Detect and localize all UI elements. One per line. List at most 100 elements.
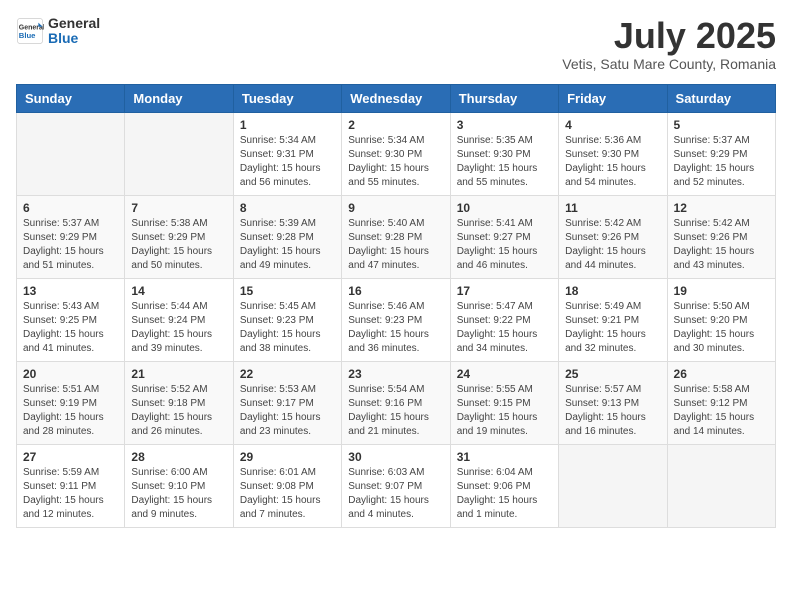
day-number: 8 xyxy=(240,201,335,215)
day-info: Sunrise: 5:37 AM Sunset: 9:29 PM Dayligh… xyxy=(674,134,769,190)
weekday-header-tuesday: Tuesday xyxy=(233,84,341,112)
day-info: Sunrise: 5:47 AM Sunset: 9:22 PM Dayligh… xyxy=(457,300,552,356)
day-info: Sunrise: 5:38 AM Sunset: 9:29 PM Dayligh… xyxy=(131,217,226,273)
day-number: 10 xyxy=(457,201,552,215)
calendar-cell: 24Sunrise: 5:55 AM Sunset: 9:15 PM Dayli… xyxy=(450,361,558,444)
logo-blue: Blue xyxy=(48,31,100,46)
day-info: Sunrise: 6:03 AM Sunset: 9:07 PM Dayligh… xyxy=(348,466,443,522)
calendar-cell: 5Sunrise: 5:37 AM Sunset: 9:29 PM Daylig… xyxy=(667,112,775,195)
day-info: Sunrise: 5:39 AM Sunset: 9:28 PM Dayligh… xyxy=(240,217,335,273)
calendar-cell: 12Sunrise: 5:42 AM Sunset: 9:26 PM Dayli… xyxy=(667,195,775,278)
logo-general: General xyxy=(48,16,100,31)
calendar-cell: 9 Sunrise: 5:40 AM Sunset: 9:28 PM Daylig… xyxy=(342,195,450,278)
day-number: 22 xyxy=(240,367,335,381)
day-number: 23 xyxy=(348,367,443,381)
calendar-cell: 21 Sunrise: 5:52 AM Sunset: 9:18 PM Dayli… xyxy=(125,361,233,444)
calendar-cell: 30 Sunrise: 6:03 AM Sunset: 9:07 PM Dayli… xyxy=(342,444,450,527)
day-number: 12 xyxy=(674,201,769,215)
calendar-cell: 13 Sunrise: 5:43 AM Sunset: 9:25 PM Dayli… xyxy=(17,278,125,361)
day-info: Sunrise: 6:00 AM Sunset: 9:10 PM Dayligh… xyxy=(131,466,226,522)
day-number: 29 xyxy=(240,450,335,464)
calendar-cell xyxy=(559,444,667,527)
day-number: 26 xyxy=(674,367,769,381)
calendar-cell: 19 Sunrise: 5:50 AM Sunset: 9:20 PM Dayli… xyxy=(667,278,775,361)
day-info: Sunrise: 5:34 AM Sunset: 9:31 PM Dayligh… xyxy=(240,134,335,190)
day-number: 3 xyxy=(457,118,552,132)
day-number: 18 xyxy=(565,284,660,298)
day-info: Sunrise: 5:43 AM Sunset: 9:25 PM Dayligh… xyxy=(23,300,118,356)
day-number: 24 xyxy=(457,367,552,381)
calendar-cell xyxy=(125,112,233,195)
day-number: 4 xyxy=(565,118,660,132)
day-number: 15 xyxy=(240,284,335,298)
day-info: Sunrise: 5:58 AM Sunset: 9:12 PM Dayligh… xyxy=(674,383,769,439)
day-number: 28 xyxy=(131,450,226,464)
weekday-header-thursday: Thursday xyxy=(450,84,558,112)
day-info: Sunrise: 5:40 AM Sunset: 9:28 PM Dayligh… xyxy=(348,217,443,273)
day-info: Sunrise: 5:41 AM Sunset: 9:27 PM Dayligh… xyxy=(457,217,552,273)
svg-text:Blue: Blue xyxy=(19,31,36,40)
week-row-5: 27Sunrise: 5:59 AM Sunset: 9:11 PM Dayli… xyxy=(17,444,776,527)
calendar-cell xyxy=(667,444,775,527)
calendar-cell: 7Sunrise: 5:38 AM Sunset: 9:29 PM Daylig… xyxy=(125,195,233,278)
day-number: 13 xyxy=(23,284,118,298)
weekday-header-monday: Monday xyxy=(125,84,233,112)
day-info: Sunrise: 6:04 AM Sunset: 9:06 PM Dayligh… xyxy=(457,466,552,522)
day-info: Sunrise: 5:42 AM Sunset: 9:26 PM Dayligh… xyxy=(565,217,660,273)
day-info: Sunrise: 5:51 AM Sunset: 9:19 PM Dayligh… xyxy=(23,383,118,439)
weekday-header-sunday: Sunday xyxy=(17,84,125,112)
calendar-cell: 3 Sunrise: 5:35 AM Sunset: 9:30 PM Daylig… xyxy=(450,112,558,195)
calendar-cell: 1 Sunrise: 5:34 AM Sunset: 9:31 PM Daylig… xyxy=(233,112,341,195)
logo: General Blue General Blue xyxy=(16,16,100,47)
calendar-cell: 25 Sunrise: 5:57 AM Sunset: 9:13 PM Dayli… xyxy=(559,361,667,444)
calendar-cell: 15 Sunrise: 5:45 AM Sunset: 9:23 PM Dayli… xyxy=(233,278,341,361)
calendar-cell: 16Sunrise: 5:46 AM Sunset: 9:23 PM Dayli… xyxy=(342,278,450,361)
day-number: 19 xyxy=(674,284,769,298)
day-info: Sunrise: 5:53 AM Sunset: 9:17 PM Dayligh… xyxy=(240,383,335,439)
day-info: Sunrise: 6:01 AM Sunset: 9:08 PM Dayligh… xyxy=(240,466,335,522)
day-number: 25 xyxy=(565,367,660,381)
day-info: Sunrise: 5:35 AM Sunset: 9:30 PM Dayligh… xyxy=(457,134,552,190)
day-number: 17 xyxy=(457,284,552,298)
day-info: Sunrise: 5:36 AM Sunset: 9:30 PM Dayligh… xyxy=(565,134,660,190)
day-number: 9 xyxy=(348,201,443,215)
calendar-cell: 22 Sunrise: 5:53 AM Sunset: 9:17 PM Dayli… xyxy=(233,361,341,444)
location-subtitle: Vetis, Satu Mare County, Romania xyxy=(562,56,776,72)
calendar-cell: 14Sunrise: 5:44 AM Sunset: 9:24 PM Dayli… xyxy=(125,278,233,361)
page-header: General Blue General Blue July 2025 Veti… xyxy=(16,16,776,72)
weekday-header-wednesday: Wednesday xyxy=(342,84,450,112)
calendar-cell: 27Sunrise: 5:59 AM Sunset: 9:11 PM Dayli… xyxy=(17,444,125,527)
day-info: Sunrise: 5:54 AM Sunset: 9:16 PM Dayligh… xyxy=(348,383,443,439)
day-number: 21 xyxy=(131,367,226,381)
day-info: Sunrise: 5:52 AM Sunset: 9:18 PM Dayligh… xyxy=(131,383,226,439)
day-number: 1 xyxy=(240,118,335,132)
calendar-cell: 17 Sunrise: 5:47 AM Sunset: 9:22 PM Dayli… xyxy=(450,278,558,361)
day-number: 30 xyxy=(348,450,443,464)
month-title: July 2025 xyxy=(562,16,776,56)
day-number: 20 xyxy=(23,367,118,381)
calendar-cell: 4 Sunrise: 5:36 AM Sunset: 9:30 PM Daylig… xyxy=(559,112,667,195)
week-row-3: 13 Sunrise: 5:43 AM Sunset: 9:25 PM Dayli… xyxy=(17,278,776,361)
day-info: Sunrise: 5:34 AM Sunset: 9:30 PM Dayligh… xyxy=(348,134,443,190)
calendar-cell: 18Sunrise: 5:49 AM Sunset: 9:21 PM Dayli… xyxy=(559,278,667,361)
logo-icon: General Blue xyxy=(16,17,44,45)
day-info: Sunrise: 5:45 AM Sunset: 9:23 PM Dayligh… xyxy=(240,300,335,356)
day-number: 2 xyxy=(348,118,443,132)
calendar-cell: 31Sunrise: 6:04 AM Sunset: 9:06 PM Dayli… xyxy=(450,444,558,527)
calendar-table: SundayMondayTuesdayWednesdayThursdayFrid… xyxy=(16,84,776,528)
calendar-cell: 6Sunrise: 5:37 AM Sunset: 9:29 PM Daylig… xyxy=(17,195,125,278)
week-row-4: 20 Sunrise: 5:51 AM Sunset: 9:19 PM Dayli… xyxy=(17,361,776,444)
calendar-cell: 11Sunrise: 5:42 AM Sunset: 9:26 PM Dayli… xyxy=(559,195,667,278)
calendar-cell: 8 Sunrise: 5:39 AM Sunset: 9:28 PM Daylig… xyxy=(233,195,341,278)
calendar-cell xyxy=(17,112,125,195)
day-info: Sunrise: 5:46 AM Sunset: 9:23 PM Dayligh… xyxy=(348,300,443,356)
day-info: Sunrise: 5:57 AM Sunset: 9:13 PM Dayligh… xyxy=(565,383,660,439)
day-info: Sunrise: 5:50 AM Sunset: 9:20 PM Dayligh… xyxy=(674,300,769,356)
day-info: Sunrise: 5:59 AM Sunset: 9:11 PM Dayligh… xyxy=(23,466,118,522)
day-number: 6 xyxy=(23,201,118,215)
calendar-cell: 10 Sunrise: 5:41 AM Sunset: 9:27 PM Dayli… xyxy=(450,195,558,278)
weekday-header-row: SundayMondayTuesdayWednesdayThursdayFrid… xyxy=(17,84,776,112)
day-info: Sunrise: 5:44 AM Sunset: 9:24 PM Dayligh… xyxy=(131,300,226,356)
calendar-cell: 26 Sunrise: 5:58 AM Sunset: 9:12 PM Dayli… xyxy=(667,361,775,444)
calendar-cell: 28 Sunrise: 6:00 AM Sunset: 9:10 PM Dayli… xyxy=(125,444,233,527)
